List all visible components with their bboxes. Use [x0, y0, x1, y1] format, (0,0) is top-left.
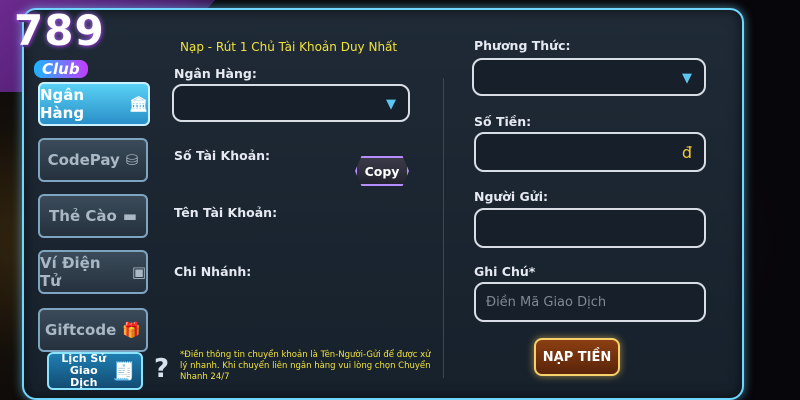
- receipt-icon: 🧾: [112, 360, 135, 382]
- bank-label: Ngân Hàng:: [174, 66, 257, 81]
- footnote-text: *Điền thông tin chuyển khoản là Tên-Ngườ…: [180, 350, 431, 382]
- account-name-label: Tên Tài Khoản:: [174, 205, 278, 220]
- sidebar-item-giftcode[interactable]: Giftcode 🎁: [38, 308, 148, 352]
- help-icon[interactable]: ?: [154, 354, 169, 384]
- note-placeholder: Điền Mã Giao Dịch: [486, 294, 607, 310]
- notice-text: Nạp - Rút 1 Chủ Tài Khoản Duy Nhất: [180, 40, 398, 54]
- currency-symbol: đ: [681, 142, 692, 162]
- card-icon: ▬: [122, 207, 137, 225]
- account-number-label: Số Tài Khoản:: [174, 148, 271, 163]
- column-divider: [443, 78, 444, 378]
- sidebar-item-scratch-card[interactable]: Thẻ Cào ▬: [38, 194, 148, 238]
- method-label: Phương Thức:: [474, 38, 571, 53]
- sidebar-item-codepay[interactable]: CodePay ⛁: [38, 138, 148, 182]
- gift-icon: 🎁: [122, 321, 141, 339]
- amount-label: Số Tiền:: [474, 114, 532, 129]
- sidebar-item-label: Ví Điện Tử: [40, 254, 101, 290]
- sidebar-item-label: Thẻ Cào: [49, 207, 117, 225]
- branch-label: Chi Nhánh:: [174, 264, 252, 279]
- deposit-button[interactable]: NẠP TIỀN: [534, 338, 620, 376]
- history-label-line2: Giao Dịch: [69, 364, 98, 389]
- coins-icon: ⛁: [125, 151, 139, 169]
- bank-select[interactable]: ▼: [172, 84, 410, 122]
- transaction-history-button[interactable]: Lịch Sử Giao Dịch 🧾: [47, 352, 143, 390]
- sidebar-item-e-wallet[interactable]: Ví Điện Tử ▣: [38, 250, 148, 294]
- sidebar-item-label: Ngân Hàng: [40, 86, 85, 122]
- logo-sub: Club: [34, 60, 88, 78]
- bank-icon: 🏛: [128, 95, 148, 113]
- copy-button[interactable]: Copy: [355, 156, 409, 186]
- sidebar-item-label: CodePay: [47, 151, 120, 169]
- amount-input[interactable]: đ: [474, 132, 706, 172]
- deposit-form: Nạp - Rút 1 Chủ Tài Khoản Duy Nhất Ngân …: [150, 28, 740, 398]
- sender-label: Người Gửi:: [474, 189, 548, 204]
- wallet-icon: ▣: [131, 263, 146, 281]
- note-label: Ghi Chú*: [474, 264, 536, 279]
- history-label: Lịch Sử Giao Dịch: [55, 353, 113, 389]
- chevron-down-icon: ▼: [386, 97, 396, 112]
- logo: 789: [14, 6, 105, 55]
- sidebar-item-label: Giftcode: [45, 321, 117, 339]
- sidebar-item-bank[interactable]: Ngân Hàng 🏛: [38, 82, 150, 126]
- chevron-down-icon: ▼: [682, 71, 692, 86]
- method-select[interactable]: ▼: [472, 58, 706, 96]
- sender-input[interactable]: [474, 208, 706, 248]
- transaction-code-input[interactable]: Điền Mã Giao Dịch: [474, 282, 706, 322]
